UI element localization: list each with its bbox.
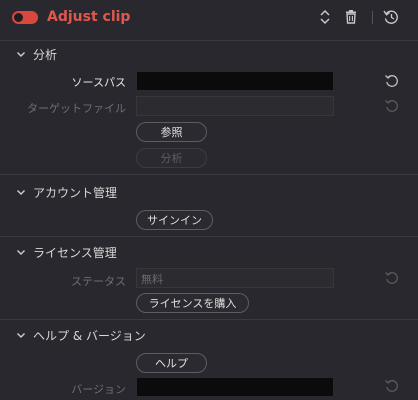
target-file-label: ターゲットファイル bbox=[27, 102, 126, 115]
section-analysis-header[interactable]: 分析 bbox=[15, 45, 57, 63]
browse-button[interactable]: 参照 bbox=[136, 122, 207, 142]
section-account-header[interactable]: アカウント管理 bbox=[15, 183, 117, 201]
divider bbox=[0, 40, 418, 41]
section-license-header[interactable]: ライセンス管理 bbox=[15, 243, 117, 261]
trash-icon[interactable] bbox=[342, 8, 360, 26]
section-help-header[interactable]: ヘルプ & バージョン bbox=[15, 326, 146, 344]
reset-icon[interactable] bbox=[384, 98, 400, 114]
buy-license-button[interactable]: ライセンスを購入 bbox=[136, 293, 249, 313]
chevron-down-icon bbox=[17, 250, 25, 255]
header-divider bbox=[372, 11, 373, 24]
panel-title: Adjust clip bbox=[47, 9, 131, 25]
divider bbox=[0, 174, 418, 175]
updown-chevron-icon[interactable] bbox=[316, 8, 334, 26]
analyze-button[interactable]: 分析 bbox=[136, 148, 207, 168]
chevron-down-icon bbox=[17, 52, 25, 57]
status-label: ステータス bbox=[71, 275, 126, 288]
section-analysis-title: 分析 bbox=[33, 47, 58, 62]
version-label: バージョン bbox=[71, 383, 126, 396]
reset-icon[interactable] bbox=[384, 378, 400, 394]
reset-icon[interactable] bbox=[384, 73, 400, 89]
chevron-down-icon bbox=[17, 190, 25, 195]
version-field bbox=[136, 377, 334, 397]
status-value: 無料 bbox=[141, 273, 163, 286]
enable-toggle[interactable] bbox=[12, 11, 38, 24]
section-license-title: ライセンス管理 bbox=[33, 245, 117, 260]
section-account-title: アカウント管理 bbox=[33, 185, 118, 200]
reset-icon[interactable] bbox=[384, 270, 400, 286]
chevron-down-icon bbox=[17, 333, 25, 338]
panel-header: Adjust clip bbox=[0, 0, 418, 36]
target-file-field[interactable] bbox=[136, 96, 334, 116]
help-button[interactable]: ヘルプ bbox=[136, 353, 207, 373]
divider bbox=[0, 236, 418, 237]
toggle-knob bbox=[14, 13, 23, 22]
divider bbox=[0, 319, 418, 320]
signin-button[interactable]: サインイン bbox=[136, 210, 213, 230]
section-help-title: ヘルプ & バージョン bbox=[33, 328, 146, 343]
reset-all-icon[interactable] bbox=[382, 8, 400, 26]
status-field: 無料 bbox=[136, 268, 334, 288]
source-path-label: ソースパス bbox=[71, 76, 126, 89]
source-path-field[interactable] bbox=[136, 71, 334, 91]
